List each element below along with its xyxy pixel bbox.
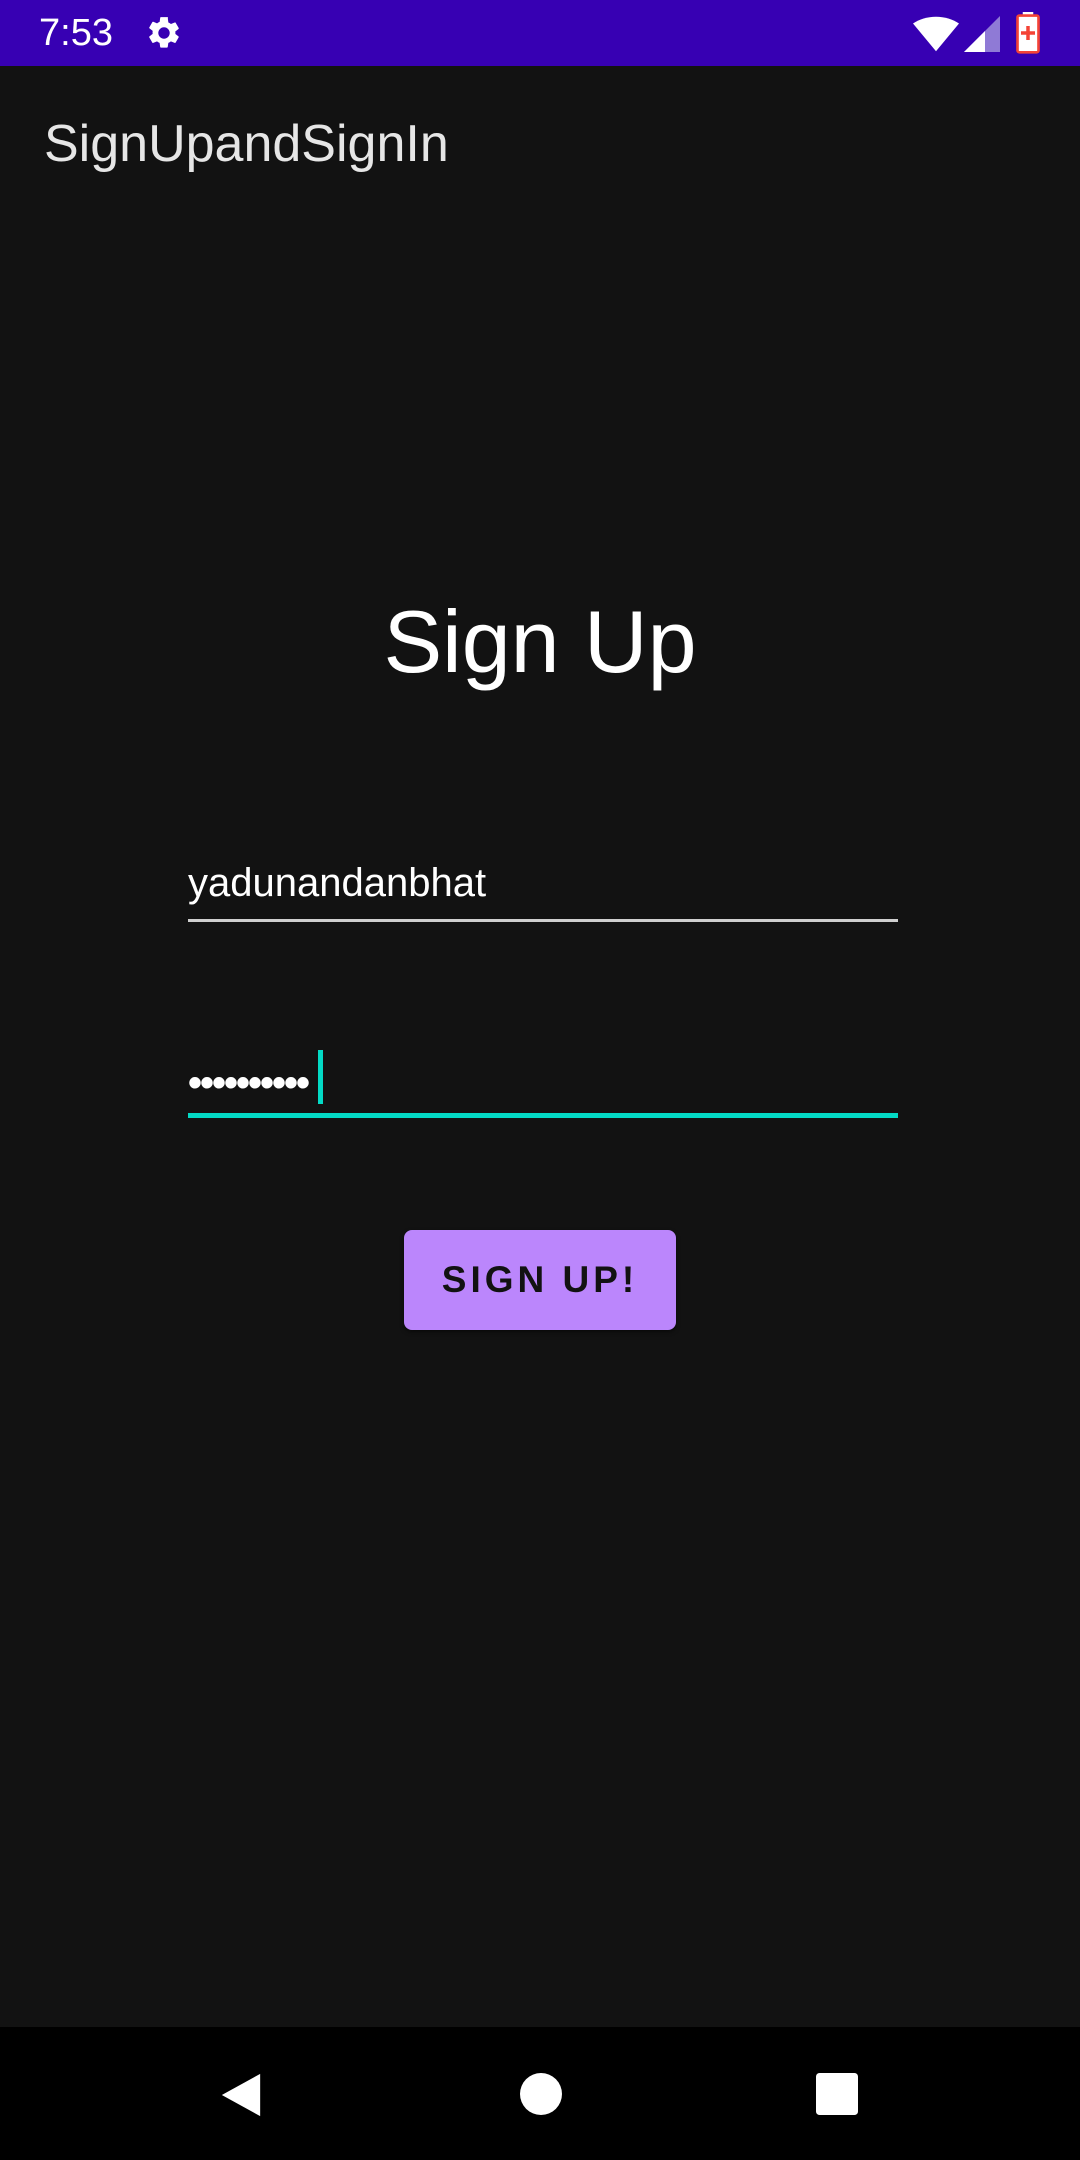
- back-icon[interactable]: [218, 2072, 264, 2118]
- app-screen: 7:53 SignUpandSignIn Sign Up yadunandanb…: [0, 0, 1080, 2160]
- gear-icon: [149, 17, 179, 48]
- battery-icon: [1016, 12, 1040, 54]
- text-cursor: [318, 1050, 323, 1104]
- wifi-icon: [913, 16, 959, 52]
- cell-signal-icon: [964, 16, 1000, 52]
- username-field[interactable]: yadunandanbhat: [188, 855, 898, 922]
- status-bar: 7:53: [0, 0, 1080, 66]
- app-bar: SignUpandSignIn: [0, 66, 1080, 226]
- username-value: yadunandanbhat: [188, 861, 487, 905]
- password-masked-value: ••••••••••: [188, 1061, 310, 1105]
- status-time: 7:53: [39, 12, 113, 54]
- home-icon[interactable]: [520, 2073, 562, 2115]
- recents-icon[interactable]: [816, 2073, 858, 2115]
- navigation-bar: [0, 2027, 1080, 2160]
- password-field[interactable]: ••••••••••: [188, 1045, 898, 1118]
- app-title: SignUpandSignIn: [44, 115, 449, 173]
- sign-up-button[interactable]: SIGN UP!: [404, 1230, 676, 1330]
- page-title: Sign Up: [383, 592, 697, 691]
